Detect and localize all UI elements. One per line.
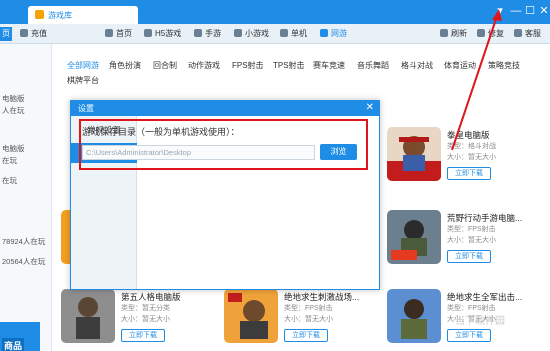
left-item: 人在玩 [2,106,25,115]
game-size: 大小：暂无大小 [447,237,496,244]
download-button[interactable]: 立即下载 [284,329,328,342]
tab-title: 游戏库 [48,11,72,20]
category-item[interactable]: 回合制 [153,60,177,71]
game-type: 类型：FPS射击 [284,305,333,312]
download-button[interactable]: 立即下载 [121,329,165,342]
gamepad-icon [234,29,242,37]
category-item[interactable]: FPS射击 [232,60,264,71]
left-item: 在玩 [2,176,17,185]
browse-button[interactable]: 浏览 [320,144,357,160]
tab-game-library[interactable]: 游戏库 [28,6,138,24]
nav-left-tab[interactable]: 页 [0,27,12,41]
pubg-allout-art [387,289,441,343]
nav-h5[interactable]: H5游戏 [144,28,181,40]
category-item[interactable]: 格斗对战 [401,60,433,71]
game-cover-image [61,289,115,343]
game-type: 类型：格斗对战 [447,143,496,150]
save-directory-label: 游戏保存目录（一般为单机游戏使用）： [82,127,240,137]
game-cover-image [387,210,441,264]
left-item: 在玩 [2,156,17,165]
download-button[interactable]: 立即下载 [447,167,491,180]
game-card[interactable]: 第五人格电脑版 类型：暂无分类 大小：暂无大小 立即下载 [61,289,201,345]
category-item[interactable]: 动作游戏 [188,60,220,71]
game-cover-image [224,289,278,343]
save-path-input[interactable]: C:\Users\Administrator\Desktop [82,145,315,160]
coin-icon [20,29,28,37]
game-card[interactable]: 拳皇电脑版 类型：格斗对战 大小：暂无大小 立即下载 [387,127,517,183]
game-cover-image [387,289,441,343]
nav-recharge[interactable]: 充值 [20,28,47,40]
game-type: 类型：FPS射击 [447,226,496,233]
close-button[interactable]: ✕ [536,3,550,19]
nav-bar: 页 充值 首页 H5游戏 手游 小游戏 单机 网游 刷新 修复 客服 [0,24,550,44]
game-title[interactable]: 拳皇电脑版 [447,129,490,141]
game-size: 大小：暂无大小 [284,316,333,323]
game-title[interactable]: 荒野行动手游电脑... [447,212,522,224]
category-item[interactable]: 角色扮演 [109,60,141,71]
left-item[interactable]: 电脑版 [2,143,25,154]
nav-single[interactable]: 单机 [280,28,307,40]
game-title[interactable]: 绝地求生刺激战场... [284,291,359,303]
watermark: 当下软件园 [455,316,505,327]
mall-banner[interactable]: 商品 [0,322,40,351]
left-item-players: 78924人在玩 [2,237,46,246]
nav-repair[interactable]: 修复 [477,28,504,40]
dialog-title: 设置 [78,104,94,113]
nav-mobile[interactable]: 手游 [194,28,221,40]
pc-icon [280,29,288,37]
game-title[interactable]: 绝地求生全军出击... [447,291,522,303]
close-icon[interactable]: ✕ [366,102,374,113]
kof-art [387,127,441,181]
left-game-list: 电脑版 人在玩 电脑版 在玩 在玩 78924人在玩 20564人在玩 商品 [0,44,52,351]
nav-online[interactable]: 网游 [320,28,347,40]
service-icon [514,29,522,37]
identity-v-art [61,289,115,343]
pubg-exhilarating-art [224,289,278,343]
left-item-players: 20564人在玩 [2,257,46,266]
category-all[interactable]: 全部网游 [67,60,99,71]
home-icon [35,10,44,19]
nav-home[interactable]: 首页 [105,28,132,40]
menu-icon[interactable]: ▾ [492,3,508,19]
game-card[interactable]: 绝地求生刺激战场... 类型：FPS射击 大小：暂无大小 立即下载 [224,289,374,345]
category-item[interactable]: 赛车竞速 [313,60,345,71]
category-item[interactable]: 音乐舞蹈 [357,60,389,71]
title-bar: 游戏库 ▾ — ☐ ✕ [0,0,550,24]
nav-refresh[interactable]: 刷新 [440,28,467,40]
category-item[interactable]: 棋牌平台 [67,75,99,86]
knives-out-art [387,210,441,264]
h5-icon [144,29,152,37]
online-icon [320,29,328,37]
refresh-icon [440,29,448,37]
game-card[interactable]: 荒野行动手游电脑... 类型：FPS射击 大小：暂无大小 立即下载 [387,210,547,266]
category-item[interactable]: 体育运动 [444,60,476,71]
left-item[interactable]: 电脑版 [2,93,25,104]
category-item[interactable]: 策略竞技 [488,60,520,71]
repair-icon [477,29,485,37]
game-title[interactable]: 第五人格电脑版 [121,291,181,303]
game-type: 类型：暂无分类 [121,305,170,312]
game-cover-image [387,127,441,181]
category-item[interactable]: TPS射击 [273,60,305,71]
dialog-header: 设置 ✕ [71,101,379,116]
download-button[interactable]: 立即下载 [447,250,491,263]
phone-icon [194,29,202,37]
nav-mini[interactable]: 小游戏 [234,28,269,40]
game-size: 大小：暂无大小 [121,316,170,323]
home-icon [105,29,113,37]
nav-service[interactable]: 客服 [514,28,541,40]
game-size: 大小：暂无大小 [447,154,496,161]
